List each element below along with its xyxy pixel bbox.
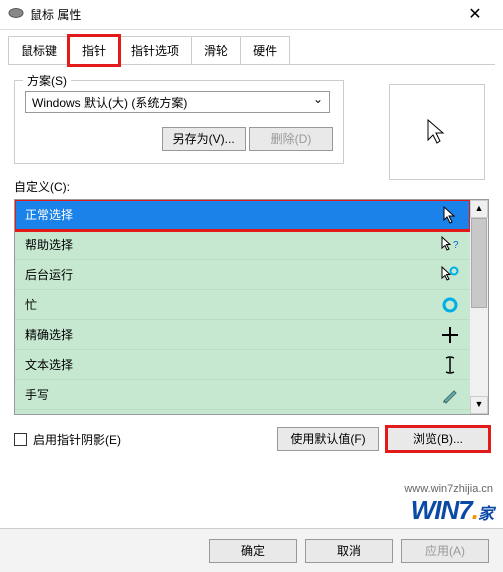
tab-label: 硬件 [253, 44, 277, 58]
save-as-button[interactable]: 另存为(V)... [162, 127, 246, 151]
watermark-logo: WIN7.家 [404, 495, 493, 526]
arrow-cursor-icon [440, 206, 460, 224]
cursor-preview [389, 84, 485, 180]
list-item-label: 精确选择 [25, 326, 73, 343]
scheme-legend: 方案(S) [23, 72, 71, 89]
button-label: 使用默认值(F) [290, 432, 365, 446]
window-title: 鼠标 属性 [30, 6, 455, 23]
titlebar: 鼠标 属性 ✕ [0, 0, 503, 30]
checkbox-box-icon [14, 433, 27, 446]
watermark: www.win7zhijia.cn WIN7.家 [404, 483, 493, 526]
dialog-button-bar: 确定 取消 应用(A) [0, 528, 503, 572]
list-item-handwriting[interactable]: 手写 [15, 380, 470, 410]
list-item-background-busy[interactable]: 后台运行 [15, 260, 470, 290]
list-item-busy[interactable]: 忙 [15, 290, 470, 320]
busy-ring-icon [440, 296, 460, 314]
crosshair-icon [440, 326, 460, 344]
cursor-list-body: 正常选择 帮助选择 ? 后台运行 忙 [15, 200, 470, 414]
scheme-group: 方案(S) Windows 默认(大) (系统方案) 另存为(V)... 删除(… [14, 80, 344, 164]
list-item-label: 帮助选择 [25, 236, 73, 253]
scroll-up-button[interactable]: ▲ [470, 200, 488, 218]
list-item-label: 后台运行 [25, 266, 73, 283]
button-label: 确定 [241, 544, 265, 558]
list-item-help-select[interactable]: 帮助选择 ? [15, 230, 470, 260]
button-label: 浏览(B)... [413, 432, 463, 446]
tab-label: 鼠标键 [21, 44, 57, 58]
cursor-list: 正常选择 帮助选择 ? 后台运行 忙 [14, 199, 489, 415]
tab-mouse-buttons[interactable]: 鼠标键 [8, 36, 70, 65]
ok-button[interactable]: 确定 [209, 539, 297, 563]
delete-button: 删除(D) [249, 127, 333, 151]
list-item-normal-select[interactable]: 正常选择 [15, 200, 470, 230]
tab-pointer[interactable]: 指针 [69, 36, 119, 65]
checkbox-label: 启用指针阴影(E) [33, 431, 121, 448]
scroll-thumb[interactable] [471, 218, 487, 308]
tab-content: 方案(S) Windows 默认(大) (系统方案) 另存为(V)... 删除(… [0, 66, 503, 451]
button-label: 删除(D) [271, 132, 312, 146]
watermark-url: www.win7zhijia.cn [404, 483, 493, 495]
tab-hardware[interactable]: 硬件 [240, 36, 290, 65]
scroll-track[interactable] [470, 218, 488, 396]
tab-pointer-options[interactable]: 指针选项 [118, 36, 192, 65]
tab-bar: 鼠标键 指针 指针选项 滑轮 硬件 [0, 30, 503, 65]
list-item-unavailable[interactable]: 不可用 [15, 410, 470, 414]
browse-button[interactable]: 浏览(B)... [387, 427, 489, 451]
tab-label: 指针 [82, 44, 106, 58]
list-item-text-select[interactable]: 文本选择 [15, 350, 470, 380]
cancel-button[interactable]: 取消 [305, 539, 393, 563]
window-close-button[interactable]: ✕ [455, 0, 495, 30]
button-label: 应用(A) [425, 544, 465, 558]
button-label: 另存为(V)... [173, 132, 235, 146]
scheme-buttons: 另存为(V)... 删除(D) [25, 127, 333, 151]
tab-wheel[interactable]: 滑轮 [191, 36, 241, 65]
pointer-shadow-checkbox[interactable]: 启用指针阴影(E) [14, 431, 269, 448]
svg-text:?: ? [453, 240, 459, 251]
below-list-row: 启用指针阴影(E) 使用默认值(F) 浏览(B)... [14, 427, 489, 451]
list-item-label: 手写 [25, 386, 49, 403]
tab-label: 指针选项 [131, 44, 179, 58]
list-item-label: 正常选择 [25, 206, 73, 223]
ibeam-icon [440, 356, 460, 374]
arrow-help-icon: ? [440, 236, 460, 254]
mouse-icon [8, 7, 24, 22]
scheme-selected-value: Windows 默认(大) (系统方案) [32, 96, 187, 110]
pen-icon [440, 386, 460, 404]
list-item-label: 文本选择 [25, 356, 73, 373]
use-default-button[interactable]: 使用默认值(F) [277, 427, 379, 451]
scroll-down-button[interactable]: ▼ [470, 396, 488, 414]
apply-button: 应用(A) [401, 539, 489, 563]
scheme-select[interactable]: Windows 默认(大) (系统方案) [25, 91, 330, 113]
list-item-label: 忙 [25, 296, 37, 313]
button-label: 取消 [337, 544, 361, 558]
arrow-cursor-icon [426, 118, 448, 146]
tab-label: 滑轮 [204, 44, 228, 58]
list-item-precision[interactable]: 精确选择 [15, 320, 470, 350]
list-scrollbar[interactable]: ▲ ▼ [470, 200, 488, 414]
customize-label: 自定义(C): [14, 178, 489, 195]
arrow-busy-icon [440, 266, 460, 284]
